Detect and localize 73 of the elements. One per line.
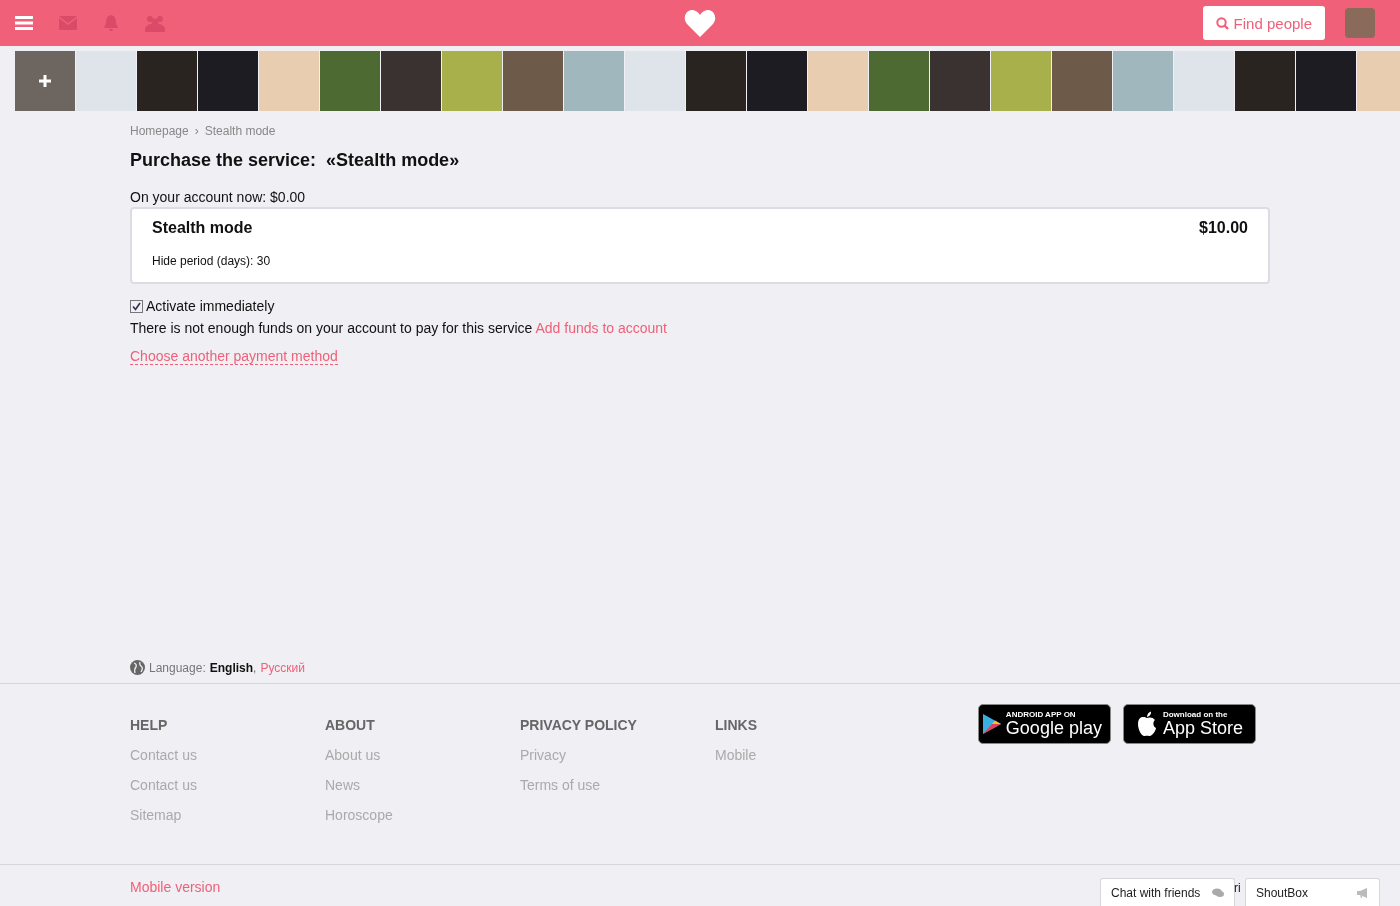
photo-placeholder[interactable] — [869, 51, 929, 111]
chat-tab[interactable]: Chat with friends — [1100, 878, 1235, 906]
photo-placeholder[interactable] — [625, 51, 685, 111]
payment-method-link[interactable]: Choose another payment method — [130, 348, 338, 365]
photo-placeholder[interactable] — [1357, 51, 1400, 111]
footer-link[interactable]: Privacy — [520, 747, 715, 763]
add-funds-link[interactable]: Add funds to account — [535, 320, 667, 336]
footer-heading: LINKS — [715, 717, 758, 733]
find-people-button[interactable]: Find people — [1202, 6, 1325, 40]
breadcrumb-separator: › — [194, 124, 199, 138]
badge-caption: Download on the — [1162, 711, 1229, 719]
footer-link[interactable]: News — [325, 777, 520, 793]
service-price: $10.00 — [1199, 219, 1248, 237]
photo-placeholder[interactable] — [930, 51, 990, 111]
badge-store-name: App Store — [1162, 719, 1243, 737]
photo-placeholder[interactable] — [808, 51, 868, 111]
google-play-badge[interactable]: ANDROID APP ON Google play — [977, 704, 1111, 744]
account-balance: On your account now: $0.00 — [130, 189, 307, 205]
mobile-version-link[interactable]: Mobile version — [130, 879, 221, 895]
badge-caption: ANDROID APP ON — [1005, 711, 1077, 719]
language-option[interactable]: Русский — [260, 660, 305, 675]
footer-heading: HELP — [130, 717, 169, 733]
footer-link[interactable]: Contact us — [130, 777, 325, 793]
photo-placeholder[interactable] — [381, 51, 441, 111]
photo-placeholder[interactable] — [991, 51, 1051, 111]
footer-link[interactable]: Sitemap — [130, 807, 325, 823]
footer-link[interactable]: Horoscope — [325, 807, 520, 823]
photo-placeholder[interactable] — [1235, 51, 1295, 111]
photo-placeholder[interactable] — [1296, 51, 1356, 111]
breadcrumb-link[interactable]: Homepage — [130, 124, 189, 138]
language-separator: , — [253, 660, 257, 675]
app-store-badge[interactable]: Download on the App Store — [1122, 704, 1256, 744]
language-label: Language: — [149, 660, 206, 675]
activate-checkbox[interactable] — [130, 299, 143, 313]
photo-placeholder[interactable] — [1174, 51, 1234, 111]
service-name: Stealth mode — [152, 219, 253, 237]
photo-placeholder[interactable] — [259, 51, 319, 111]
footer-heading: PRIVACY POLICY — [520, 717, 638, 733]
add-photo-tile[interactable] — [15, 51, 75, 111]
photo-placeholder[interactable] — [686, 51, 746, 111]
service-detail: Hide period (days): 30 — [152, 254, 271, 268]
photo-placeholder[interactable] — [137, 51, 197, 111]
footer-heading: ABOUT — [325, 717, 376, 733]
footer-link[interactable]: About us — [325, 747, 520, 763]
photo-placeholder[interactable] — [747, 51, 807, 111]
photo-placeholder[interactable] — [1113, 51, 1173, 111]
photo-placeholder[interactable] — [320, 51, 380, 111]
apple-icon — [1135, 711, 1158, 737]
globe-icon — [130, 660, 145, 675]
play-triangle-icon — [982, 714, 1001, 734]
funds-notice: There is not enough funds on your account to pay for this service — [130, 320, 533, 336]
badge-store-name: Google play — [1005, 719, 1102, 737]
people-icon[interactable] — [145, 14, 165, 32]
footer-link[interactable]: Mobile — [715, 747, 910, 763]
text-fragment: ri — [1234, 881, 1241, 895]
search-icon — [1215, 16, 1229, 30]
photo-placeholder[interactable] — [503, 51, 563, 111]
photo-placeholder[interactable] — [564, 51, 624, 111]
chat-tab[interactable]: ShoutBox — [1245, 878, 1380, 906]
checkbox-label: Activate immediately — [146, 298, 275, 314]
plus-icon — [39, 75, 51, 87]
breadcrumb-current: Stealth mode — [204, 124, 276, 138]
heart-logo-icon[interactable] — [684, 9, 716, 37]
menu-icon[interactable] — [15, 16, 33, 30]
page-title: Purchase the service: «Stealth mode» — [130, 150, 461, 171]
photo-placeholder[interactable] — [198, 51, 258, 111]
avatar-photo[interactable] — [1345, 8, 1375, 38]
photo-placeholder[interactable] — [442, 51, 502, 111]
photo-placeholder[interactable] — [1052, 51, 1112, 111]
megaphone-icon — [1357, 887, 1369, 898]
speech-bubbles-icon — [1212, 887, 1224, 898]
footer-link[interactable]: Contact us — [130, 747, 325, 763]
footer-link[interactable]: Terms of use — [520, 777, 715, 793]
